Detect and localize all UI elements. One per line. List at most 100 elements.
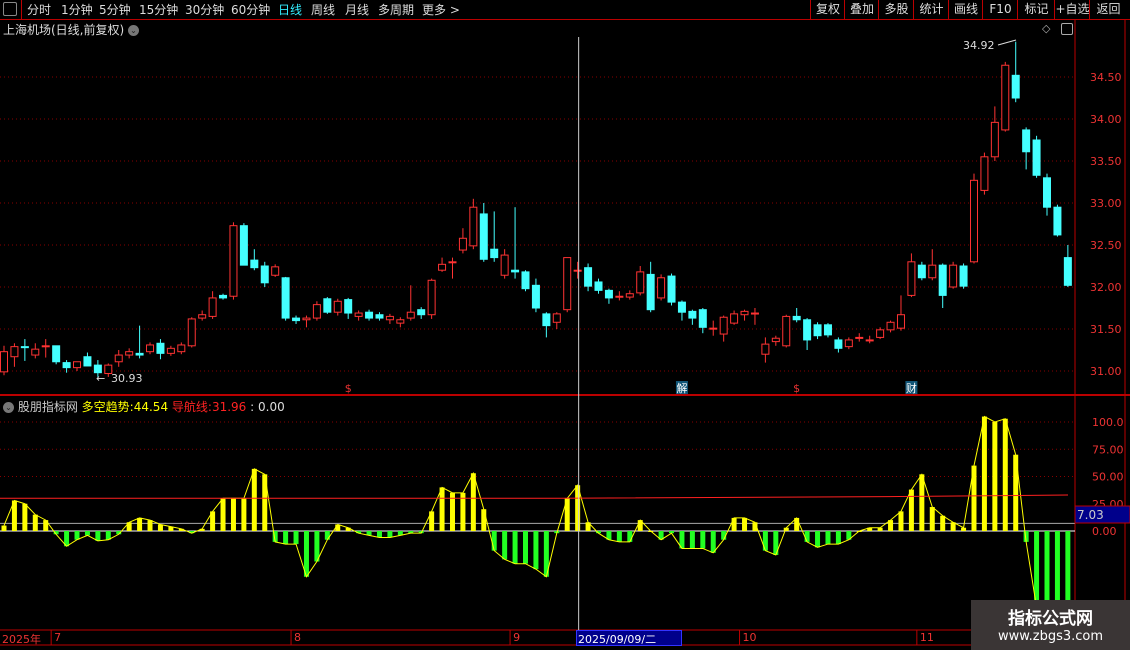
candle-down	[667, 275, 676, 303]
candle-down	[479, 213, 488, 260]
indicator-bar	[220, 498, 226, 531]
candle-up	[406, 311, 415, 319]
month-label: 10	[742, 631, 757, 644]
candle-up	[782, 315, 791, 347]
candle-up	[114, 354, 123, 363]
indicator-bar	[137, 517, 143, 531]
high-arrow	[997, 39, 1017, 46]
indicator-name: 股朋指标网	[17, 400, 78, 414]
candle-up	[855, 336, 864, 339]
indicator-bar	[908, 489, 914, 531]
price-tick: 32.00	[1090, 281, 1122, 294]
price-tick: 31.50	[1090, 323, 1122, 336]
indicator-bar	[742, 517, 748, 531]
candle-down	[1011, 74, 1020, 99]
candle-down	[604, 289, 613, 299]
indicator-bar	[835, 531, 841, 545]
indicator-bar	[627, 531, 633, 542]
event-marker[interactable]: 解	[676, 381, 687, 395]
indicator-bar	[523, 531, 528, 564]
candle-up	[969, 179, 978, 263]
indicator-bar	[22, 503, 28, 531]
candle-up	[458, 237, 467, 251]
indicator-bar	[470, 473, 476, 531]
ind-tick: 50.00	[1092, 471, 1124, 484]
indicator-bar	[825, 531, 831, 545]
indicator-bar	[762, 531, 768, 551]
candle-up	[0, 351, 8, 373]
candle-up	[615, 295, 624, 298]
price-tick: 32.50	[1090, 239, 1122, 252]
indicator-bar	[74, 531, 80, 540]
candle-up	[563, 257, 572, 311]
candle-up	[187, 318, 196, 347]
candle-down	[281, 277, 290, 319]
indicator-bar	[1065, 531, 1071, 608]
indicator-bar	[439, 487, 445, 531]
candle-up	[625, 293, 634, 298]
candle-up	[125, 351, 134, 356]
indicator-bar	[251, 468, 257, 531]
candle-down	[375, 314, 384, 319]
candle-up	[990, 121, 999, 158]
indicator-bar	[481, 509, 487, 531]
indicator-bar	[981, 416, 987, 531]
candle-down	[1032, 139, 1041, 176]
candle-down	[542, 313, 551, 327]
indicator-bar	[700, 531, 706, 549]
indicator-bar	[919, 474, 925, 531]
candle-up	[333, 300, 342, 313]
indicator-bar	[512, 531, 518, 564]
indicator-bar	[710, 531, 716, 553]
year-label: 2025年	[2, 633, 41, 646]
low-arrow: ←	[96, 372, 105, 385]
indicator-bar	[940, 515, 946, 531]
indicator-bar	[84, 531, 90, 536]
kline-chart[interactable]: 34.50 34.00 33.50 33.00 32.50 32.00 31.50 31.00…	[0, 0, 1130, 650]
event-marker[interactable]: $	[345, 382, 352, 395]
indicator-bar	[1054, 531, 1060, 608]
candle-down	[938, 264, 947, 296]
candle-down	[135, 352, 144, 356]
price-tick: 34.00	[1090, 113, 1122, 126]
month-label: 7	[54, 631, 62, 644]
candle-down	[511, 269, 520, 273]
indicator-bar	[689, 531, 695, 549]
event-marker[interactable]: 财	[906, 381, 917, 395]
ind-tick: 75.00	[1092, 443, 1124, 456]
indicator-bar	[293, 531, 299, 545]
candle-down	[260, 265, 269, 284]
current-value-label: 7.03	[1077, 508, 1104, 522]
indicator-bar	[1002, 418, 1008, 531]
candle-up	[302, 317, 311, 321]
event-marker[interactable]: $	[793, 382, 800, 395]
indicator-bar	[815, 531, 821, 548]
candle-down	[1043, 177, 1051, 208]
chevron-down-icon[interactable]: ⌄	[3, 402, 14, 413]
candle-down	[323, 298, 332, 313]
candle-up	[876, 329, 885, 338]
price-tick: 31.00	[1090, 365, 1122, 378]
candle-down	[521, 271, 530, 290]
candle-down	[250, 259, 259, 269]
trend-line	[3, 415, 1068, 608]
candle-down	[83, 356, 92, 367]
candle-up	[907, 261, 916, 296]
high-price-label: 34.92	[963, 39, 995, 52]
indicator-bar	[376, 531, 382, 538]
watermark: 指标公式网 www.zbgs3.com	[971, 600, 1130, 650]
candle-down	[20, 346, 29, 349]
candle-down	[584, 267, 593, 287]
ind-tick: 0.00	[1092, 525, 1117, 538]
indicator-bar	[230, 498, 236, 531]
candle-up	[31, 348, 40, 356]
indicator-header: ⌄ 股朋指标网 多空趋势:44.54 导航线:31.96 : 0.00	[3, 398, 285, 415]
candle-down	[646, 273, 655, 311]
candle-down	[156, 342, 165, 354]
candle-up	[980, 156, 989, 191]
indicator-bar	[147, 520, 153, 531]
indicator-bar	[491, 531, 497, 551]
candle-up	[928, 264, 937, 279]
indicator-bar	[324, 531, 330, 540]
candle-down	[531, 284, 540, 309]
